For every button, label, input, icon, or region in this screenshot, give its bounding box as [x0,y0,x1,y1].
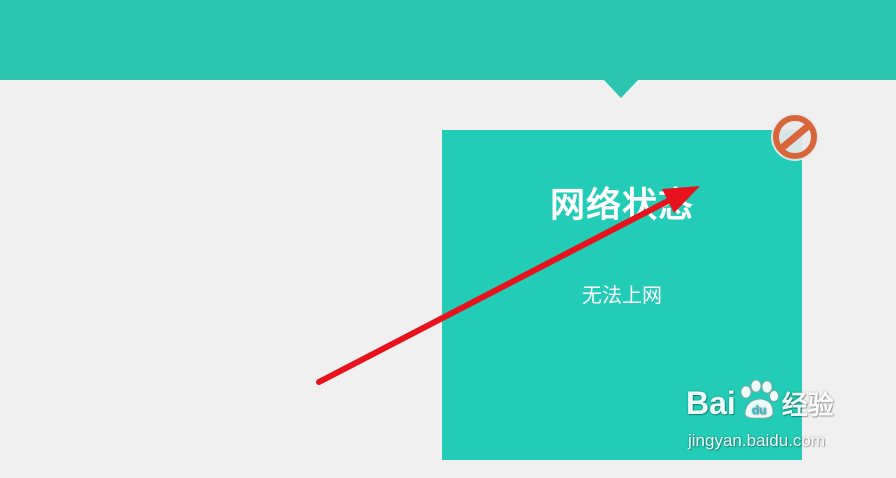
svg-text:du: du [751,403,766,417]
watermark-brand: Bai du 经验 [686,380,834,424]
baidu-paw-logo: du [740,380,779,419]
watermark-brand-bai: Bai [686,385,736,421]
network-status-text: 无法上网 [582,283,662,307]
no-entry-icon [771,113,819,161]
watermark-url: jingyan.baidu.com [688,431,826,450]
watermark-brand-jingyan: 经验 [781,391,834,421]
card-title: 网络状态 [549,186,694,226]
baidu-jingyan-watermark: Bai du 经验 jingyan.baidu.com [686,380,856,458]
